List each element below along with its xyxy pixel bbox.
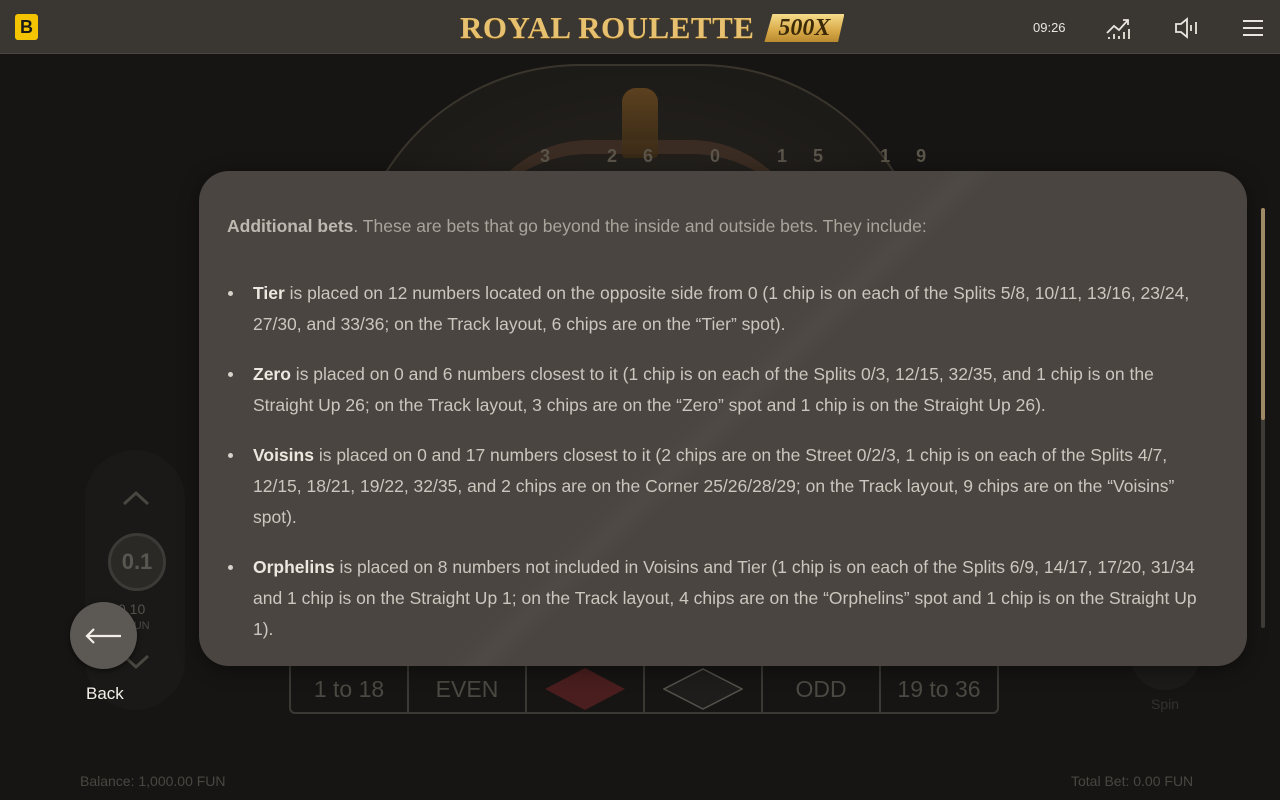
stats-icon[interactable] [1104,14,1132,42]
brand-logo: B [15,14,38,40]
scrollbar-thumb[interactable] [1261,208,1265,420]
bet-name: Voisins [253,445,314,465]
game-title-text: ROYAL ROULETTE [460,10,755,45]
bet-19-to-36[interactable]: 19 to 36 [881,666,997,712]
back-label: Back [86,684,124,703]
bet-name: Tier [253,283,285,303]
game-title-badge: 500X [764,14,845,42]
top-bar: B ROYAL ROULETTE 500X 09:26 [0,0,1280,54]
game-title: ROYAL ROULETTE 500X [460,8,845,48]
rules-content: Additional bets. These are bets that go … [227,211,1217,664]
bet-description: is placed on 12 numbers located on the o… [253,283,1190,334]
outside-bets-row: 1 to 18 EVEN ODD 19 to 36 [289,664,999,714]
chip[interactable]: 0.1 [108,533,166,591]
list-item: Tier is placed on 12 numbers located on … [227,278,1217,340]
bet-black[interactable] [645,666,763,712]
bet-description: is placed on 0 and 6 numbers closest to … [253,364,1154,415]
bet-odd[interactable]: ODD [763,666,881,712]
black-diamond-icon [663,668,743,710]
chip-display: 0.1 [121,549,153,574]
list-item: Zero is placed on 0 and 6 numbers closes… [227,359,1217,421]
intro-paragraph: Additional bets. These are bets that go … [227,211,1217,242]
bet-name: Zero [253,364,291,384]
clock: 09:26 [1033,20,1066,35]
bet-1-to-18[interactable]: 1 to 18 [291,666,409,712]
chevron-up-icon[interactable] [122,490,150,506]
list-item: Voisins is placed on 0 and 17 numbers cl… [227,440,1217,533]
sound-icon[interactable] [1173,14,1201,42]
balance: Balance: 1,000.00 FUN [80,773,226,789]
modal-scrollbar[interactable] [1261,208,1265,628]
intro-title: Additional bets [227,216,354,236]
additional-bets-list: Tier is placed on 12 numbers located on … [227,278,1217,645]
menu-icon[interactable] [1240,14,1268,42]
bet-description: is placed on 0 and 17 numbers closest to… [253,445,1175,527]
spin-label: Spin [1151,696,1180,712]
rules-modal: Additional bets. These are bets that go … [199,171,1247,666]
red-diamond-icon [545,668,625,710]
intro-text: . These are bets that go beyond the insi… [353,216,927,236]
back-button[interactable] [70,602,137,669]
total-bet: Total Bet: 0.00 FUN [1071,773,1194,789]
bet-red[interactable] [527,666,645,712]
bet-even[interactable]: EVEN [409,666,527,712]
list-item: Orphelins is placed on 8 numbers not inc… [227,552,1217,645]
wheel-numbers: 3 26 0 15 19 [540,146,953,166]
arrow-left-icon [84,627,121,644]
bet-name: Orphelins [253,557,335,577]
bet-description: is placed on 8 numbers not included in V… [253,557,1197,639]
